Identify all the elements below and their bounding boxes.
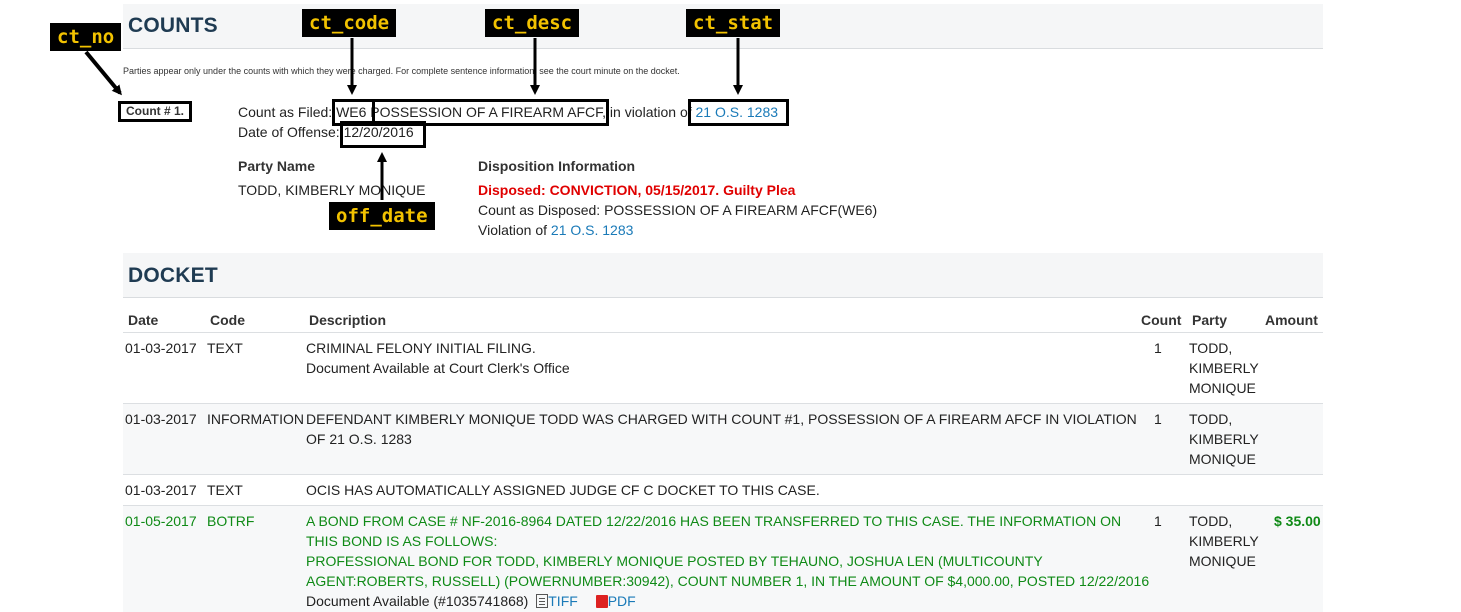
ct-desc-tag: ct_desc: [485, 9, 580, 37]
docket-row-date: 01-03-2017: [125, 482, 197, 498]
docket-row-desc-line: Document Available at Court Clerk's Offi…: [306, 360, 570, 376]
docket-row-desc-line: AGENT:ROBERTS, RUSSELL) (POWERNUMBER:309…: [306, 573, 1150, 589]
docket-row-description: OCIS HAS AUTOMATICALLY ASSIGNED JUDGE CF…: [306, 480, 820, 500]
table-row: [123, 333, 1323, 403]
docket-row-desc-line: A BOND FROM CASE # NF-2016-8964 DATED 12…: [306, 513, 1122, 529]
party-line: TODD,: [1189, 340, 1233, 356]
document-available-line: Document Available (#1035741868) TIFF PD…: [306, 591, 1149, 611]
docket-section-title: DOCKET: [128, 264, 218, 287]
docket-row-amount: $ 35.00: [1274, 513, 1321, 529]
docket-row-code: TEXT: [207, 482, 243, 498]
docket-row-party: TODD, KIMBERLY MONIQUE: [1189, 338, 1259, 398]
docket-row-party: TODD, KIMBERLY MONIQUE: [1189, 409, 1259, 469]
party-line: TODD,: [1189, 513, 1233, 529]
docket-row-desc-line: PROFESSIONAL BOND FOR TODD, KIMBERLY MON…: [306, 553, 1043, 569]
docket-row-date: 01-03-2017: [125, 340, 197, 356]
docket-header-amount: Amount: [1265, 312, 1318, 328]
docket-row-code: INFORMATION: [207, 411, 304, 427]
ct-no-arrow: [84, 50, 122, 96]
docket-header-code: Code: [210, 312, 245, 328]
docket-header-party: Party: [1192, 312, 1228, 328]
party-line: TODD,: [1189, 411, 1233, 427]
party-line: KIMBERLY: [1189, 360, 1259, 376]
docket-row-code: TEXT: [207, 340, 243, 356]
tiff-link[interactable]: TIFF: [548, 593, 578, 609]
docket-header-count: Count: [1141, 312, 1182, 328]
ct-code-tag: ct_code: [302, 9, 397, 37]
docket-header-description: Description: [309, 312, 387, 328]
docket-row-count: 1: [1154, 340, 1162, 356]
ct-no-tag: ct_no: [50, 23, 122, 51]
pdf-link[interactable]: PDF: [608, 593, 636, 609]
document-available-text: Document Available (#1035741868): [306, 593, 529, 609]
docket-row-desc-line: DEFENDANT KIMBERLY MONIQUE TODD WAS CHAR…: [306, 411, 1137, 427]
docket-row-description: A BOND FROM CASE # NF-2016-8964 DATED 12…: [306, 511, 1149, 611]
party-line: KIMBERLY: [1189, 533, 1259, 549]
party-line: MONIQUE: [1189, 553, 1256, 569]
docket-header-date: Date: [128, 312, 159, 328]
party-line: MONIQUE: [1189, 380, 1256, 396]
party-line: KIMBERLY: [1189, 431, 1259, 447]
docket-row-desc-line: CRIMINAL FELONY INITIAL FILING.: [306, 340, 536, 356]
docket-row-party: TODD, KIMBERLY MONIQUE: [1189, 511, 1259, 571]
party-line: MONIQUE: [1189, 451, 1256, 467]
pdf-document-icon[interactable]: [595, 595, 608, 608]
docket-row-desc-line: OCIS HAS AUTOMATICALLY ASSIGNED JUDGE CF…: [306, 482, 820, 498]
docket-row-code: BOTRF: [207, 513, 255, 529]
tiff-document-icon[interactable]: [536, 594, 549, 608]
docket-row-date: 01-05-2017: [125, 513, 197, 529]
docket-row-description: DEFENDANT KIMBERLY MONIQUE TODD WAS CHAR…: [306, 409, 1137, 449]
docket-row-description: CRIMINAL FELONY INITIAL FILING. Document…: [306, 338, 570, 378]
docket-section-header: [123, 253, 1323, 298]
docket-row-count: 1: [1154, 513, 1162, 529]
off-date-tag: off_date: [329, 202, 435, 230]
docket-row-desc-line: OF 21 O.S. 1283: [306, 431, 412, 447]
docket-row-date: 01-03-2017: [125, 411, 197, 427]
docket-row-desc-line: THIS BOND IS AS FOLLOWS:: [306, 533, 498, 549]
docket-row-count: 1: [1154, 411, 1162, 427]
ct-stat-tag: ct_stat: [686, 9, 781, 37]
